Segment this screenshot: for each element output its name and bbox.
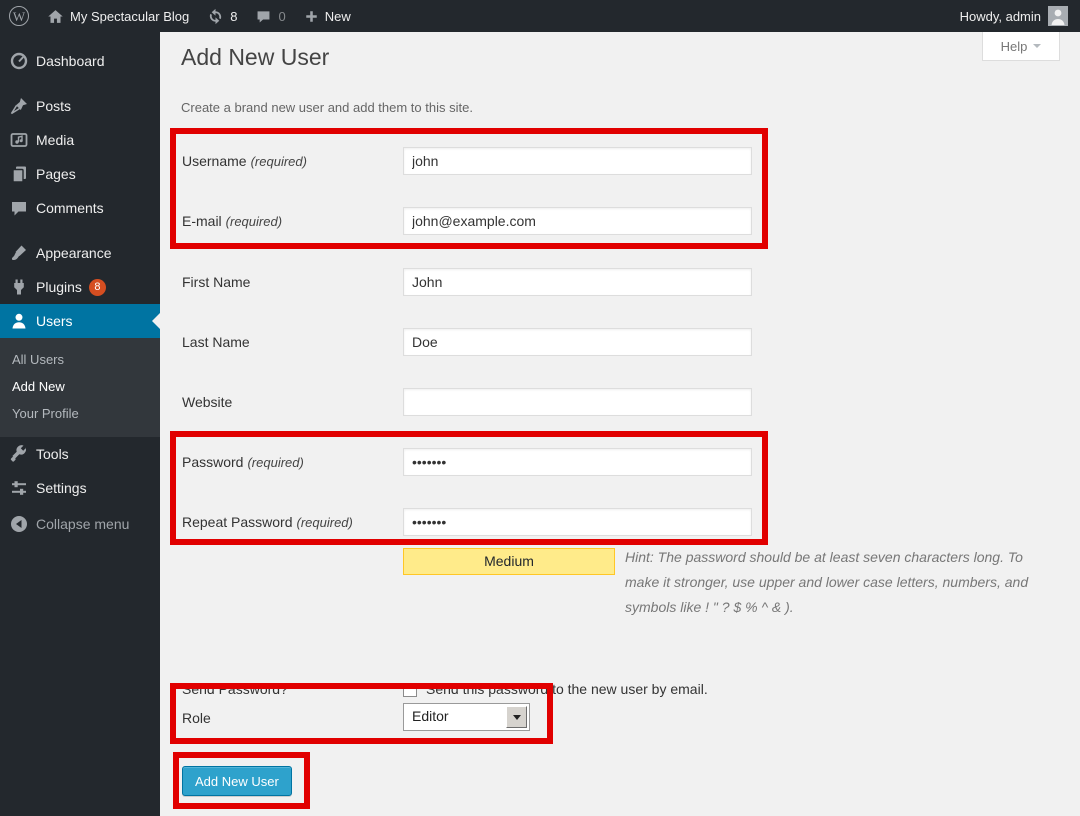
page-intro: Create a brand new user and add them to … — [181, 100, 473, 115]
send-password-checkbox[interactable] — [403, 683, 417, 697]
updates-link[interactable]: 8 — [198, 0, 246, 32]
admin-bar: W My Spectacular Blog 8 0 New Howdy, adm… — [0, 0, 1080, 32]
comments-icon — [9, 198, 29, 218]
sidebar-item-dashboard[interactable]: Dashboard — [0, 44, 160, 78]
role-select[interactable]: Editor — [403, 703, 530, 731]
home-icon — [47, 8, 64, 25]
username-input[interactable] — [403, 147, 752, 175]
email-label: E-mail(required) — [182, 213, 282, 229]
sidebar-item-label: Comments — [36, 200, 104, 216]
help-button[interactable]: Help — [982, 32, 1060, 61]
sidebar-item-pages[interactable]: Pages — [0, 157, 160, 191]
dashboard-icon — [9, 51, 29, 71]
site-name-label: My Spectacular Blog — [70, 9, 189, 24]
new-label: New — [325, 9, 351, 24]
brush-icon — [9, 243, 29, 263]
select-dropdown-button[interactable] — [506, 706, 527, 728]
role-selected-value: Editor — [412, 708, 449, 724]
sidebar-item-label: Posts — [36, 98, 71, 114]
plugin-icon — [9, 277, 29, 297]
admin-sidebar: Dashboard Posts Media Pages — [0, 32, 160, 816]
repeat-password-input[interactable] — [403, 508, 752, 536]
sidebar-item-posts[interactable]: Posts — [0, 89, 160, 123]
sidebar-item-label: Settings — [36, 480, 87, 496]
sidebar-item-settings[interactable]: Settings — [0, 471, 160, 505]
menu-separator — [0, 78, 160, 89]
collapse-arrow-icon — [9, 514, 29, 534]
last-name-label: Last Name — [182, 334, 250, 350]
chevron-down-icon — [1033, 44, 1041, 52]
users-submenu: All Users Add New Your Profile — [0, 338, 160, 437]
sidebar-item-plugins[interactable]: Plugins 8 — [0, 270, 160, 304]
sidebar-item-label: Pages — [36, 166, 76, 182]
last-name-input[interactable] — [403, 328, 752, 356]
required-note: (required) — [226, 214, 282, 229]
password-input[interactable] — [403, 448, 752, 476]
submenu-item-add-new[interactable]: Add New — [0, 373, 160, 400]
chevron-down-icon — [513, 715, 521, 724]
sidebar-item-label: Appearance — [36, 245, 112, 261]
pages-icon — [9, 164, 29, 184]
sidebar-item-tools[interactable]: Tools — [0, 437, 160, 471]
updates-icon — [207, 8, 224, 25]
sidebar-item-comments[interactable]: Comments — [0, 191, 160, 225]
submenu-item-your-profile[interactable]: Your Profile — [0, 400, 160, 427]
repeat-password-label: Repeat Password(required) — [182, 514, 353, 530]
comments-link[interactable]: 0 — [246, 0, 294, 32]
pin-icon — [9, 96, 29, 116]
email-input[interactable] — [403, 207, 752, 235]
sidebar-item-label: Collapse menu — [36, 516, 129, 532]
wordpress-logo-menu[interactable]: W — [0, 0, 38, 32]
first-name-label: First Name — [182, 274, 250, 290]
sidebar-item-label: Dashboard — [36, 53, 105, 69]
send-password-checkbox-label: Send this password to the new user by em… — [426, 681, 708, 697]
plugins-update-badge: 8 — [89, 279, 106, 296]
password-label: Password(required) — [182, 454, 304, 470]
wrench-icon — [9, 444, 29, 464]
page-title: Add New User — [181, 44, 329, 71]
site-name-link[interactable]: My Spectacular Blog — [38, 0, 198, 32]
sidebar-item-label: Media — [36, 132, 74, 148]
website-label: Website — [182, 394, 232, 410]
submenu-item-all-users[interactable]: All Users — [0, 346, 160, 373]
role-label: Role — [182, 710, 211, 726]
first-name-input[interactable] — [403, 268, 752, 296]
sliders-icon — [9, 478, 29, 498]
password-hint: Hint: The password should be at least se… — [302, 545, 1036, 620]
sidebar-item-media[interactable]: Media — [0, 123, 160, 157]
required-note: (required) — [297, 515, 353, 530]
sidebar-item-label: Plugins — [36, 279, 82, 295]
sidebar-item-collapse-menu[interactable]: Collapse menu — [0, 507, 160, 541]
sidebar-item-appearance[interactable]: Appearance — [0, 236, 160, 270]
menu-separator — [0, 225, 160, 236]
comment-bubble-icon — [255, 8, 272, 25]
send-password-label: Send Password? — [182, 681, 288, 697]
main-content: Help Add New User Create a brand new use… — [160, 32, 1080, 816]
required-note: (required) — [251, 154, 307, 169]
plus-icon — [304, 9, 319, 24]
update-count: 8 — [230, 9, 237, 24]
hint-wrap-spacer — [302, 545, 625, 597]
wordpress-logo-icon: W — [9, 6, 29, 26]
add-new-user-button[interactable]: Add New User — [182, 766, 292, 796]
sidebar-item-users[interactable]: Users — [0, 304, 160, 338]
sidebar-item-label: Users — [36, 313, 73, 329]
help-label: Help — [1001, 39, 1028, 54]
account-menu[interactable]: Howdy, admin — [948, 0, 1080, 32]
avatar — [1048, 6, 1068, 26]
users-icon — [9, 311, 29, 331]
website-input[interactable] — [403, 388, 752, 416]
howdy-label: Howdy, admin — [960, 9, 1041, 24]
new-content-link[interactable]: New — [295, 0, 360, 32]
username-label: Username(required) — [182, 153, 307, 169]
required-note: (required) — [247, 455, 303, 470]
sidebar-item-label: Tools — [36, 446, 69, 462]
comment-count: 0 — [278, 9, 285, 24]
media-icon — [9, 130, 29, 150]
